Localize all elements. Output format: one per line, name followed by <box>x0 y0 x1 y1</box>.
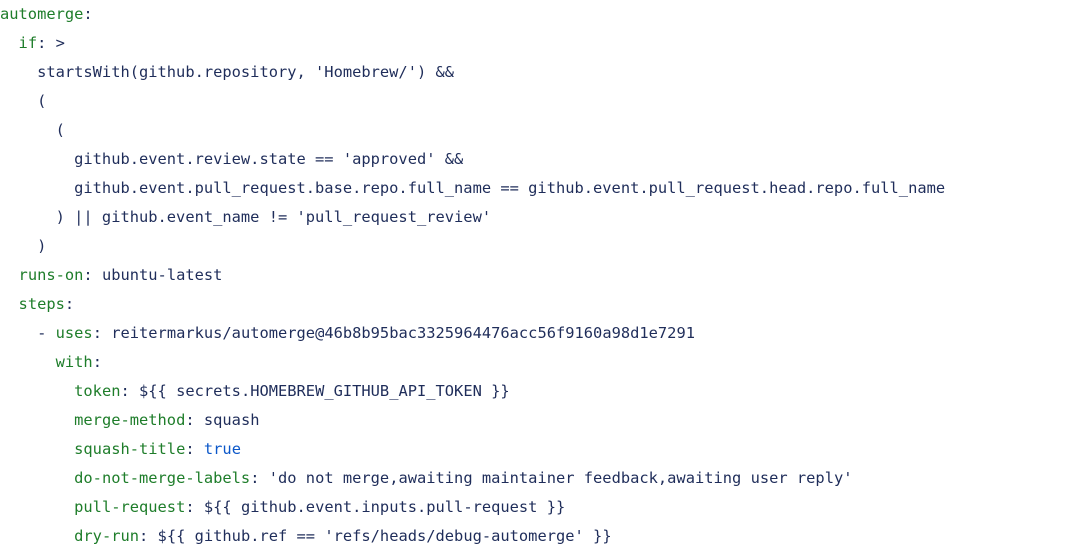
code-line: if: > <box>0 29 1080 58</box>
code-line: token: ${{ secrets.HOMEBREW_GITHUB_API_T… <box>0 377 1080 406</box>
code-view: automerge: if: > startsWith(github.repos… <box>0 0 1080 548</box>
yaml-text: ( <box>0 92 47 110</box>
yaml-text <box>0 440 74 458</box>
yaml-key: steps <box>18 295 65 313</box>
yaml-key: token <box>74 382 121 400</box>
yaml-key: dry-run <box>74 527 140 545</box>
yaml-text: : > <box>37 34 65 52</box>
code-line: with: <box>0 348 1080 377</box>
yaml-key: pull-request <box>74 498 186 516</box>
yaml-key: do-not-merge-labels <box>74 469 251 487</box>
yaml-text <box>0 353 56 371</box>
yaml-text: : ${{ github.event.inputs.pull-request }… <box>185 498 566 516</box>
yaml-text <box>0 469 74 487</box>
yaml-key: squash-title <box>74 440 186 458</box>
yaml-key: uses <box>55 324 93 342</box>
yaml-text: : <box>185 440 204 458</box>
yaml-text: : ubuntu-latest <box>83 266 223 284</box>
yaml-text: startsWith(github.repository, 'Homebrew/… <box>0 63 455 81</box>
yaml-text: : 'do not merge,awaiting maintainer feed… <box>250 469 853 487</box>
code-line: ) || github.event_name != 'pull_request_… <box>0 203 1080 232</box>
yaml-text <box>0 34 19 52</box>
yaml-text: : <box>83 5 93 23</box>
yaml-text: : reitermarkus/automerge@46b8b95bac33259… <box>92 324 695 342</box>
yaml-key: automerge <box>0 5 84 23</box>
yaml-boolean: true <box>203 440 241 458</box>
code-line: startsWith(github.repository, 'Homebrew/… <box>0 58 1080 87</box>
yaml-text: : squash <box>185 411 260 429</box>
code-line: pull-request: ${{ github.event.inputs.pu… <box>0 493 1080 522</box>
code-line: squash-title: true <box>0 435 1080 464</box>
yaml-key: with <box>55 353 93 371</box>
yaml-text: : ${{ github.ref == 'refs/heads/debug-au… <box>139 527 612 545</box>
yaml-text: github.event.review.state == 'approved' … <box>0 150 464 168</box>
yaml-text: ) || github.event_name != 'pull_request_… <box>0 208 492 226</box>
yaml-key: if <box>18 34 38 52</box>
yaml-text <box>0 498 74 516</box>
code-line: do-not-merge-labels: 'do not merge,await… <box>0 464 1080 493</box>
code-line: ( <box>0 116 1080 145</box>
yaml-text: ( <box>0 121 65 139</box>
code-line: merge-method: squash <box>0 406 1080 435</box>
yaml-text: : <box>64 295 75 313</box>
yaml-key: runs-on <box>18 266 84 284</box>
yaml-text: : <box>92 353 102 371</box>
yaml-text: : ${{ secrets.HOMEBREW_GITHUB_API_TOKEN … <box>120 382 510 400</box>
yaml-text: ) <box>0 237 47 255</box>
yaml-key: merge-method <box>74 411 186 429</box>
code-line: - uses: reitermarkus/automerge@46b8b95ba… <box>0 319 1080 348</box>
code-line: steps: <box>0 290 1080 319</box>
yaml-text: - <box>0 324 56 342</box>
code-line: dry-run: ${{ github.ref == 'refs/heads/d… <box>0 522 1080 551</box>
code-line: ) <box>0 232 1080 261</box>
yaml-text <box>0 266 19 284</box>
code-line: automerge: <box>0 0 1080 29</box>
code-line: ( <box>0 87 1080 116</box>
code-line: github.event.review.state == 'approved' … <box>0 145 1080 174</box>
code-line: github.event.pull_request.base.repo.full… <box>0 174 1080 203</box>
yaml-text <box>0 411 74 429</box>
yaml-text <box>0 382 74 400</box>
yaml-text: github.event.pull_request.base.repo.full… <box>0 179 946 197</box>
yaml-text <box>0 527 74 545</box>
code-line: runs-on: ubuntu-latest <box>0 261 1080 290</box>
yaml-text <box>0 295 19 313</box>
